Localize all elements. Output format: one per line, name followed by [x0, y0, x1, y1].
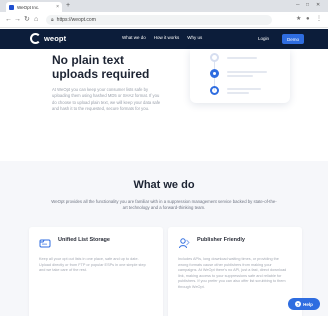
- profile-icon[interactable]: ●: [306, 15, 310, 24]
- tab-title: WeOpt Inc.: [17, 4, 40, 10]
- feature-description: Includes APIs, long download waiting tim…: [178, 257, 287, 289]
- minimize-icon[interactable]: ─: [296, 2, 300, 8]
- url-text: https://weopt.com: [56, 17, 96, 23]
- step-circle-icon: [210, 53, 219, 62]
- help-button[interactable]: ? Help: [288, 298, 320, 310]
- hero-section: No plain text uploads required At WeOpt …: [0, 49, 328, 161]
- section-subtitle: WeOpt provides all the functionality you…: [51, 199, 277, 211]
- nav-what-we-do[interactable]: What we do: [122, 35, 146, 40]
- forward-icon[interactable]: →: [14, 15, 21, 24]
- hero-title: No plain text uploads required: [52, 53, 150, 81]
- help-label: Help: [303, 301, 313, 307]
- extensions-icon[interactable]: ★: [296, 15, 301, 24]
- reload-icon[interactable]: ↻: [24, 15, 30, 24]
- new-tab-button[interactable]: +: [66, 2, 70, 10]
- back-icon[interactable]: ←: [5, 15, 12, 24]
- feature-card-publisher: Publisher Friendly Includes APIs, long d…: [168, 227, 302, 316]
- what-we-do-section: What we do WeOpt provides all the functi…: [0, 161, 328, 316]
- publisher-icon: [179, 238, 190, 249]
- hero-description: At WeOpt you can keep your consumer list…: [52, 87, 161, 111]
- favicon-icon: [9, 4, 14, 10]
- lock-icon: 🔒︎: [51, 17, 54, 23]
- feature-title: Unified List Storage: [58, 237, 110, 243]
- illustration-step: [210, 53, 257, 62]
- feature-description: Keep all your opt out lists in one place…: [39, 257, 146, 273]
- upload-illustration: [190, 49, 290, 103]
- main-nav: What we do How it works Why us: [122, 35, 202, 40]
- browser-tab-bar: WeOpt Inc. × + ─ □ ✕: [0, 0, 328, 12]
- feature-card-storage: Unified List Storage Keep all your opt o…: [29, 227, 163, 316]
- illustration-step: [210, 86, 261, 95]
- tab-close-icon[interactable]: ×: [56, 4, 59, 10]
- storage-icon: [39, 239, 51, 248]
- nav-how-it-works[interactable]: How it works: [154, 35, 180, 40]
- demo-button[interactable]: Demo: [282, 34, 304, 44]
- logo-text: weopt: [44, 34, 67, 43]
- address-bar[interactable]: 🔒︎ https://weopt.com: [46, 15, 272, 25]
- help-icon: ?: [295, 301, 302, 307]
- logo-mark-icon: [30, 33, 41, 44]
- nav-why-us[interactable]: Why us: [187, 35, 202, 40]
- feature-title: Publisher Friendly: [197, 237, 245, 243]
- browser-toolbar: ← → ↻ ⌂ 🔒︎ https://weopt.com ★ ● ⋮: [0, 12, 328, 28]
- section-title: What we do: [133, 179, 195, 191]
- step-active-icon: [210, 69, 219, 78]
- maximize-icon[interactable]: □: [306, 2, 309, 8]
- browser-tab[interactable]: WeOpt Inc. ×: [6, 2, 62, 12]
- close-window-icon[interactable]: ✕: [316, 2, 320, 8]
- step-circle-icon: [210, 86, 219, 95]
- home-icon[interactable]: ⌂: [34, 15, 38, 24]
- weopt-logo[interactable]: weopt: [30, 33, 66, 44]
- menu-icon[interactable]: ⋮: [316, 15, 322, 24]
- site-header: weopt What we do How it works Why us Log…: [0, 29, 328, 49]
- login-link[interactable]: Login: [258, 36, 269, 41]
- illustration-step: [210, 69, 267, 78]
